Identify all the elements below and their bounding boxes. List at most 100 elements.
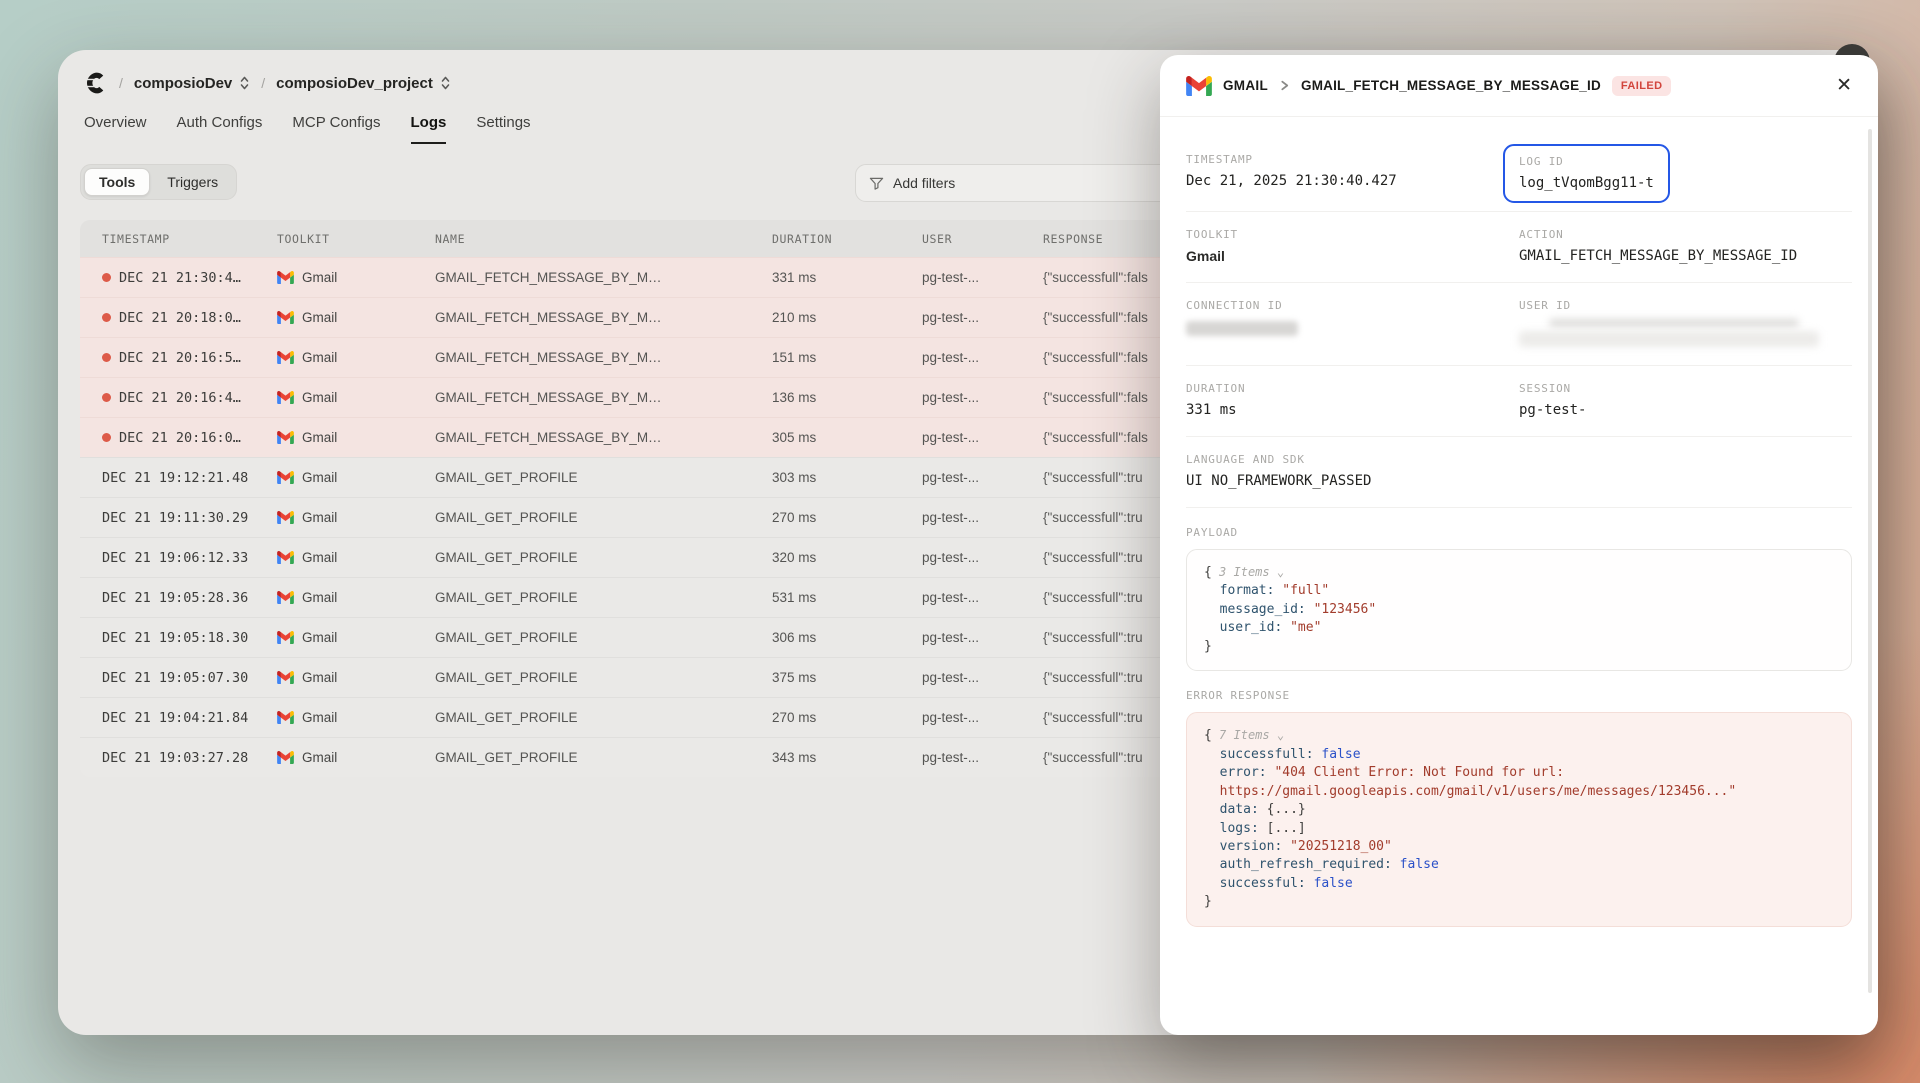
row-duration: 331 ms [772,270,922,285]
tab-mcp-configs[interactable]: MCP Configs [292,114,380,144]
panel-toolkit-crumb[interactable]: GMAIL [1223,78,1268,93]
gmail-icon [277,271,294,284]
field-log-id: LOG ID log_tVqomBgg11-t [1519,153,1852,193]
row-user: pg-test-... [922,710,1043,725]
failed-status-dot [102,273,111,282]
row-user: pg-test-... [922,390,1043,405]
field-session: SESSION pg-test- [1519,382,1852,418]
status-badge: FAILED [1612,76,1672,96]
row-user: pg-test-... [922,430,1043,445]
field-language-sdk: LANGUAGE AND SDK UI NO_FRAMEWORK_PASSED [1186,453,1519,489]
segment-triggers[interactable]: Triggers [152,168,233,196]
row-toolkit: Gmail [302,470,337,485]
table-row[interactable]: DEC 21 19:05:28.36 Gmail GMAIL_GET_PROFI… [80,577,1215,617]
col-duration: DURATION [772,232,922,246]
table-row[interactable]: DEC 21 20:16:0… Gmail GMAIL_FETCH_MESSAG… [80,417,1215,457]
failed-status-dot [102,393,111,402]
log-id-highlight-box[interactable]: LOG ID log_tVqomBgg11-t [1503,144,1670,203]
row-timestamp: DEC 21 19:05:07.30 [102,670,248,686]
breadcrumb-project[interactable]: composioDev_project [276,75,451,92]
row-user: pg-test-... [922,750,1043,765]
table-row[interactable]: DEC 21 20:18:0… Gmail GMAIL_FETCH_MESSAG… [80,297,1215,337]
row-duration: 306 ms [772,630,922,645]
field-label: LOG ID [1519,155,1654,168]
row-name: GMAIL_GET_PROFILE [435,470,772,485]
row-timestamp: DEC 21 19:05:28.36 [102,590,248,606]
failed-status-dot [102,433,111,442]
row-name: GMAIL_GET_PROFILE [435,550,772,565]
row-toolkit: Gmail [302,550,337,565]
payload-section: PAYLOAD { 3 Items ⌄ format: "full" messa… [1186,508,1852,671]
project-switcher-icon[interactable] [440,75,451,91]
row-timestamp: DEC 21 20:18:0… [119,310,241,326]
row-name: GMAIL_FETCH_MESSAGE_BY_M… [435,310,772,325]
table-row[interactable]: DEC 21 19:05:07.30 Gmail GMAIL_GET_PROFI… [80,657,1215,697]
tab-overview[interactable]: Overview [84,114,147,144]
segment-tools[interactable]: Tools [84,168,150,196]
row-timestamp: DEC 21 20:16:5… [119,350,241,366]
row-duration: 320 ms [772,550,922,565]
gmail-icon [1186,76,1212,96]
tab-logs[interactable]: Logs [411,114,447,144]
row-duration: 343 ms [772,750,922,765]
row-toolkit: Gmail [302,630,337,645]
row-timestamp: DEC 21 19:12:21.48 [102,470,248,486]
org-switcher-icon[interactable] [239,75,250,91]
row-user: pg-test-... [922,670,1043,685]
field-value: Dec 21, 2025 21:30:40.427 [1186,173,1519,189]
gmail-icon [277,751,294,764]
table-row[interactable]: DEC 21 20:16:4… Gmail GMAIL_FETCH_MESSAG… [80,377,1215,417]
table-row[interactable]: DEC 21 19:12:21.48 Gmail GMAIL_GET_PROFI… [80,457,1215,497]
field-value: log_tVqomBgg11-t [1519,175,1654,191]
failed-status-dot [102,313,111,322]
row-timestamp: DEC 21 20:16:0… [119,430,241,446]
gmail-icon [277,391,294,404]
field-label: ACTION [1519,228,1852,241]
tools-triggers-segmented-control: Tools Triggers [80,164,237,200]
field-label: SESSION [1519,382,1852,395]
row-toolkit: Gmail [302,270,337,285]
row-duration: 270 ms [772,710,922,725]
row-toolkit: Gmail [302,430,337,445]
field-action: ACTION GMAIL_FETCH_MESSAGE_BY_MESSAGE_ID [1519,228,1852,264]
tab-auth-configs[interactable]: Auth Configs [177,114,263,144]
log-detail-panel: GMAIL GMAIL_FETCH_MESSAGE_BY_MESSAGE_ID … [1160,55,1878,1035]
row-user: pg-test-... [922,350,1043,365]
row-user: pg-test-... [922,270,1043,285]
breadcrumb-separator: / [119,75,123,91]
field-label: DURATION [1186,382,1519,395]
breadcrumb-org[interactable]: composioDev [134,75,250,92]
table-row[interactable]: DEC 21 19:03:27.28 Gmail GMAIL_GET_PROFI… [80,737,1215,777]
row-name: GMAIL_GET_PROFILE [435,710,772,725]
gmail-icon [277,671,294,684]
row-timestamp: DEC 21 19:11:30.29 [102,510,248,526]
connection-id-redacted [1186,321,1298,336]
payload-json-viewer[interactable]: { 3 Items ⌄ format: "full" message_id: "… [1186,549,1852,671]
org-name: composioDev [134,75,232,92]
user-id-redacted [1549,319,1799,327]
composio-logo-icon[interactable] [82,70,108,96]
table-row[interactable]: DEC 21 19:11:30.29 Gmail GMAIL_GET_PROFI… [80,497,1215,537]
col-timestamp: TIMESTAMP [102,232,277,246]
panel-scrollbar[interactable] [1868,129,1872,993]
table-row[interactable]: DEC 21 21:30:4… Gmail GMAIL_FETCH_MESSAG… [80,257,1215,297]
row-toolkit: Gmail [302,750,337,765]
table-row[interactable]: DEC 21 19:05:18.30 Gmail GMAIL_GET_PROFI… [80,617,1215,657]
row-duration: 303 ms [772,470,922,485]
logs-table: TIMESTAMP TOOLKIT NAME DURATION USER RES… [80,220,1215,777]
error-json-viewer[interactable]: { 7 Items ⌄ successfull: false error: "4… [1186,712,1852,927]
tab-settings[interactable]: Settings [476,114,530,144]
row-duration: 375 ms [772,670,922,685]
field-label: LANGUAGE AND SDK [1186,453,1519,466]
close-icon[interactable]: ✕ [1836,76,1852,95]
table-row[interactable]: DEC 21 19:04:21.84 Gmail GMAIL_GET_PROFI… [80,697,1215,737]
row-user: pg-test-... [922,510,1043,525]
error-response-section: ERROR RESPONSE { 7 Items ⌄ successfull: … [1186,671,1852,927]
row-timestamp: DEC 21 19:03:27.28 [102,750,248,766]
table-row[interactable]: DEC 21 19:06:12.33 Gmail GMAIL_GET_PROFI… [80,537,1215,577]
row-name: GMAIL_FETCH_MESSAGE_BY_M… [435,350,772,365]
row-duration: 270 ms [772,510,922,525]
row-user: pg-test-... [922,590,1043,605]
table-row[interactable]: DEC 21 20:16:5… Gmail GMAIL_FETCH_MESSAG… [80,337,1215,377]
row-timestamp: DEC 21 19:05:18.30 [102,630,248,646]
